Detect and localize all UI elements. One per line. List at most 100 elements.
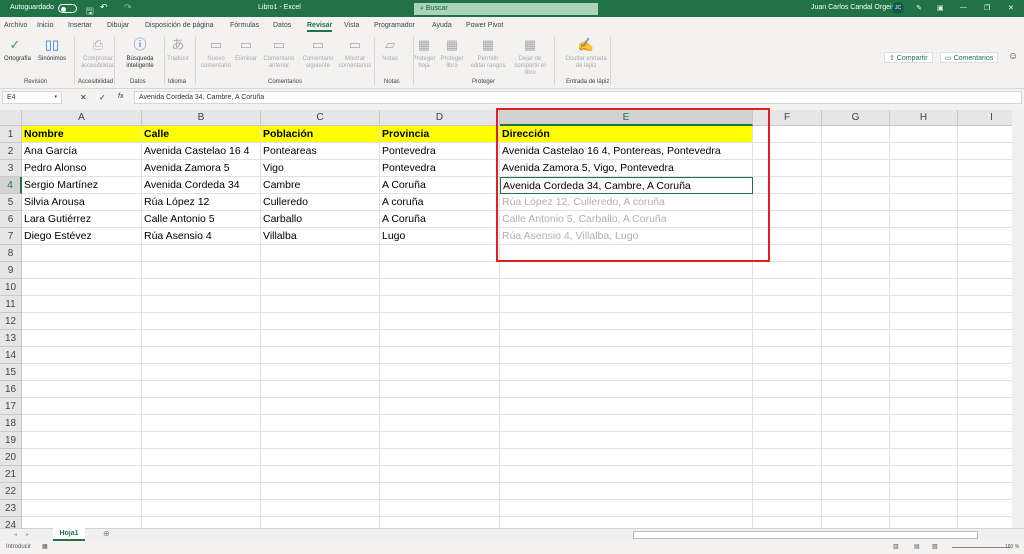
cell[interactable]	[22, 296, 142, 313]
cell[interactable]	[958, 330, 1012, 347]
row-header[interactable]: 7	[0, 228, 22, 245]
select-all-corner[interactable]	[0, 110, 22, 126]
cell[interactable]	[822, 143, 890, 160]
cell[interactable]	[261, 381, 380, 398]
cell[interactable]	[380, 313, 500, 330]
name-box[interactable]: E4 ▾	[2, 91, 62, 104]
cell[interactable]	[380, 347, 500, 364]
cell[interactable]	[500, 347, 753, 364]
row-header[interactable]: 24	[0, 517, 22, 528]
cell[interactable]	[753, 432, 822, 449]
horizontal-scrollbar[interactable]	[633, 531, 978, 539]
cell[interactable]	[500, 381, 753, 398]
row-header[interactable]: 22	[0, 483, 22, 500]
cell[interactable]	[890, 177, 958, 194]
cell[interactable]	[822, 398, 890, 415]
cell[interactable]	[500, 398, 753, 415]
cell[interactable]	[22, 432, 142, 449]
cell[interactable]	[958, 483, 1012, 500]
cell[interactable]	[142, 262, 261, 279]
translate-button[interactable]: あ Traducir	[166, 37, 190, 63]
cell[interactable]	[958, 228, 1012, 245]
cell[interactable]	[822, 517, 890, 528]
cell[interactable]	[890, 296, 958, 313]
cell[interactable]	[22, 381, 142, 398]
cell[interactable]	[500, 262, 753, 279]
column-header-A[interactable]: A	[22, 110, 142, 126]
cell[interactable]	[822, 347, 890, 364]
spelling-button[interactable]: ✓ Ortografía	[4, 37, 31, 63]
cell-B1[interactable]: Calle	[142, 126, 261, 143]
row-header[interactable]: 19	[0, 432, 22, 449]
cell[interactable]	[22, 279, 142, 296]
row-header[interactable]: 15	[0, 364, 22, 381]
cell[interactable]	[753, 381, 822, 398]
cell[interactable]	[890, 126, 958, 143]
cell[interactable]	[380, 296, 500, 313]
cell[interactable]	[261, 279, 380, 296]
row-header[interactable]: 9	[0, 262, 22, 279]
cell[interactable]	[380, 245, 500, 262]
cell-D3[interactable]: Pontevedra	[380, 160, 500, 177]
cell-A1[interactable]: Nombre	[22, 126, 142, 143]
new-comment-button[interactable]: ▭ Nuevo comentario	[198, 37, 234, 70]
scroll-tabs-left-icon[interactable]: ◂	[14, 531, 17, 538]
cell-A2[interactable]: Ana García	[22, 143, 142, 160]
cell-B2[interactable]: Avenida Castelao 16 4	[142, 143, 261, 160]
cell[interactable]	[380, 262, 500, 279]
cell-D2[interactable]: Pontevedra	[380, 143, 500, 160]
cell[interactable]	[753, 262, 822, 279]
cell[interactable]	[261, 449, 380, 466]
row-header[interactable]: 3	[0, 160, 22, 177]
cell[interactable]	[958, 126, 1012, 143]
cell[interactable]	[753, 330, 822, 347]
cell[interactable]	[890, 245, 958, 262]
cell[interactable]	[261, 364, 380, 381]
cell[interactable]	[958, 415, 1012, 432]
row-header[interactable]: 13	[0, 330, 22, 347]
cell[interactable]	[958, 381, 1012, 398]
minimize-icon[interactable]: —	[960, 4, 967, 11]
add-sheet-icon[interactable]: ⊕	[103, 529, 110, 538]
cell[interactable]	[753, 347, 822, 364]
tab-vista[interactable]: Vista	[344, 22, 359, 29]
cell[interactable]	[22, 466, 142, 483]
cell[interactable]	[890, 415, 958, 432]
cell[interactable]	[142, 364, 261, 381]
cell-C7[interactable]: Villalba	[261, 228, 380, 245]
smart-lookup-button[interactable]: ⓘ Búsqueda inteligente	[122, 37, 158, 70]
cell[interactable]	[500, 279, 753, 296]
cell[interactable]	[22, 500, 142, 517]
formula-input[interactable]: Avenida Cordeda 34, Cambre, A Coruña	[134, 91, 1022, 104]
cell[interactable]	[958, 517, 1012, 528]
feedback-smiley-icon[interactable]: ☺	[1008, 51, 1018, 62]
cell-D1[interactable]: Provincia	[380, 126, 500, 143]
cell[interactable]	[822, 432, 890, 449]
cell[interactable]	[380, 381, 500, 398]
next-comment-button[interactable]: ▭ Comentario siguiente	[298, 37, 338, 70]
cell[interactable]	[142, 398, 261, 415]
allow-edit-ranges-button[interactable]: ▦ Permitir editar rangos	[470, 37, 506, 70]
cell[interactable]	[822, 500, 890, 517]
cancel-icon[interactable]: ✕	[80, 93, 87, 102]
cell-A4[interactable]: Sergio Martínez	[22, 177, 142, 194]
cell[interactable]	[890, 211, 958, 228]
cell[interactable]	[500, 483, 753, 500]
cell-C6[interactable]: Carballo	[261, 211, 380, 228]
row-header[interactable]: 1	[0, 126, 22, 143]
cell[interactable]	[142, 432, 261, 449]
cell-B6[interactable]: Calle Antonio 5	[142, 211, 261, 228]
cell-D6[interactable]: A Coruña	[380, 211, 500, 228]
row-header[interactable]: 21	[0, 466, 22, 483]
cell[interactable]	[261, 330, 380, 347]
tab-archivo[interactable]: Archivo	[4, 22, 27, 29]
row-header[interactable]: 2	[0, 143, 22, 160]
cell[interactable]	[890, 466, 958, 483]
cell[interactable]	[890, 517, 958, 528]
page-layout-icon[interactable]: ▤	[914, 543, 920, 550]
cell[interactable]	[380, 517, 500, 528]
cell[interactable]	[890, 449, 958, 466]
zoom-slider[interactable]	[952, 547, 1010, 548]
cell[interactable]	[261, 432, 380, 449]
cell[interactable]	[500, 449, 753, 466]
